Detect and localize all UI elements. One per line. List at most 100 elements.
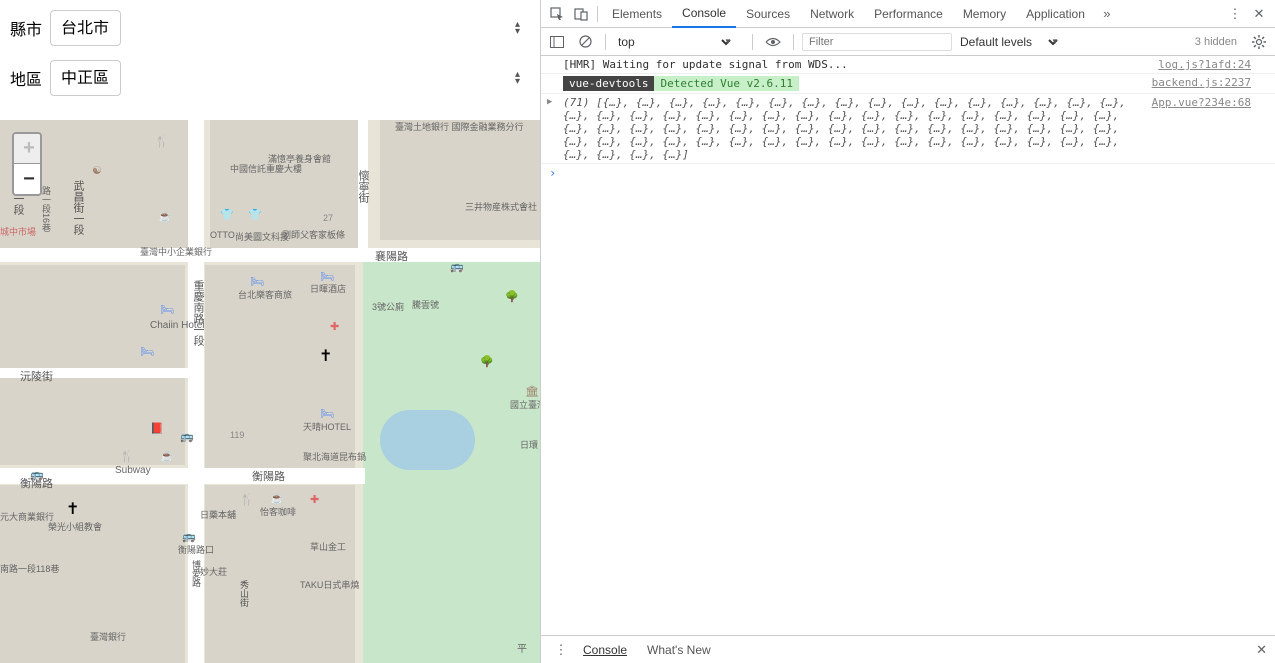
log-array[interactable]: (71) [{…}, {…}, {…}, {…}, {…}, {…}, {…},…: [563, 96, 1152, 161]
log-source-link[interactable]: backend.js:2237: [1152, 76, 1251, 91]
hidden-count: 3 hidden: [1195, 36, 1243, 48]
poi-label: 臺灣銀行: [90, 630, 126, 643]
poi-label: OTTO: [210, 230, 235, 240]
poi-label: 怡客咖啡: [260, 505, 296, 518]
county-label: 縣市: [10, 16, 50, 40]
log-source-link[interactable]: App.vue?234e:68: [1152, 96, 1251, 109]
zoom-in-button[interactable]: +: [14, 134, 42, 164]
district-row: 地區 中正區 ▴▾: [10, 60, 530, 96]
devtools-panel: Elements Console Sources Network Perform…: [540, 0, 1275, 663]
tab-performance[interactable]: Performance: [864, 0, 953, 28]
poi-label: 尚美圖文科技: [235, 230, 289, 243]
poi-label: 衡陽路口: [178, 543, 214, 556]
poi-label: 聚北海道昆布鍋: [303, 450, 366, 463]
poi-label: 27: [323, 213, 333, 223]
poi-label: 路一段16巷: [40, 186, 53, 232]
array-preview: [{…}, {…}, {…}, {…}, {…}, {…}, {…}, {…},…: [563, 96, 1126, 161]
cross-icon: ✝: [66, 499, 78, 511]
poi-label: 119: [230, 430, 244, 440]
poi-label: 元大商業銀行: [0, 510, 54, 523]
poi-label: 臺灣土地銀行 國際金融業務分行: [395, 120, 524, 133]
restaurant-icon: 🍴: [120, 450, 132, 462]
filter-form: 縣市 台北市 ▴▾ 地區 中正區 ▴▾: [0, 0, 540, 120]
expand-icon[interactable]: ▶: [547, 97, 552, 107]
poi-label: 騰雲號: [412, 298, 439, 311]
tree-icon: 🌳: [505, 290, 517, 302]
map-tiles: 襄陽路 沅陵街 衡陽路 衡陽路 武昌街一段 重慶南路一段 武昌街一段 懷寧街 博…: [0, 120, 540, 663]
close-icon[interactable]: ✕: [1256, 642, 1267, 658]
tab-application[interactable]: Application: [1016, 0, 1095, 28]
poi-label: 南路一段118巷: [0, 562, 59, 575]
county-row: 縣市 台北市 ▴▾: [10, 10, 530, 46]
close-icon[interactable]: ✕: [1247, 2, 1271, 26]
poi-label: TAKU日式串燒: [300, 578, 359, 591]
district-select[interactable]: 中正區: [50, 60, 121, 96]
road-label: 秀山街: [238, 580, 251, 607]
library-icon: 📕: [150, 422, 162, 434]
zoom-out-button[interactable]: −: [14, 164, 42, 194]
district-label: 地區: [10, 66, 50, 90]
sidebar-toggle-icon[interactable]: [545, 30, 569, 54]
more-tabs-icon[interactable]: »: [1095, 2, 1119, 26]
eye-icon[interactable]: [761, 30, 785, 54]
tab-memory[interactable]: Memory: [953, 0, 1016, 28]
select-arrows-icon: ▴▾: [515, 71, 520, 85]
poi-label: 城中市場: [0, 225, 36, 238]
drawer-tab-whatsnew[interactable]: What's New: [637, 643, 721, 657]
road-label: 武昌街一段: [70, 180, 86, 235]
log-line: vue-devtools Detected Vue v2.6.11 backen…: [541, 74, 1275, 94]
shop-icon: 👕: [220, 208, 232, 220]
devtools-drawer: ⋮ Console What's New ✕: [541, 635, 1275, 663]
log-line: ▶ (71) [{…}, {…}, {…}, {…}, {…}, {…}, {……: [541, 94, 1275, 164]
hotel-icon: 🛏: [140, 345, 152, 357]
log-source-link[interactable]: log.js?1afd:24: [1158, 58, 1251, 71]
poi-label: 國立臺灣博物館: [510, 398, 540, 411]
map[interactable]: 襄陽路 沅陵街 衡陽路 衡陽路 武昌街一段 重慶南路一段 武昌街一段 懷寧街 博…: [0, 120, 540, 663]
museum-icon: 🏛: [525, 385, 537, 397]
divider: [605, 34, 606, 50]
medical-icon: ✚: [310, 493, 322, 505]
inspect-icon[interactable]: [545, 2, 569, 26]
road-label: 重慶南路一段: [190, 280, 206, 346]
gear-icon[interactable]: [1247, 30, 1271, 54]
levels-select[interactable]: Default levels: [956, 32, 1061, 52]
clear-console-icon[interactable]: [573, 30, 597, 54]
bus-icon: 🚌: [450, 260, 462, 272]
tab-console[interactable]: Console: [672, 0, 736, 28]
filter-input[interactable]: [802, 33, 952, 51]
context-select[interactable]: top: [614, 32, 734, 52]
select-arrows-icon: ▴▾: [515, 21, 520, 35]
hotel-icon: 🛏: [160, 303, 172, 315]
restaurant-icon: 🍴: [240, 493, 252, 505]
device-toggle-icon[interactable]: [569, 2, 593, 26]
console-output: [HMR] Waiting for update signal from WDS…: [541, 56, 1275, 635]
poi-label: 臺灣中小企業銀行: [140, 245, 212, 258]
cafe-icon: ☕: [160, 450, 172, 462]
tab-network[interactable]: Network: [800, 0, 864, 28]
cafe-icon: ☕: [158, 210, 170, 222]
vue-badge: vue-devtools: [563, 76, 654, 91]
tab-sources[interactable]: Sources: [736, 0, 800, 28]
poi-label: 妙大莊: [200, 565, 227, 578]
console-prompt[interactable]: ›: [541, 164, 1275, 182]
log-message: [HMR] Waiting for update signal from WDS…: [563, 58, 848, 71]
hotel-icon: 🛏: [320, 407, 332, 419]
road-label: 沅陵街: [20, 368, 53, 384]
vue-detected-badge: Detected Vue v2.6.11: [654, 76, 798, 91]
app-panel: 縣市 台北市 ▴▾ 地區 中正區 ▴▾: [0, 0, 540, 663]
tree-icon: 🌳: [480, 355, 492, 367]
poi-label: 劉師父客家板條: [282, 228, 345, 241]
county-select[interactable]: 台北市: [50, 10, 121, 46]
kebab-icon[interactable]: ⋮: [1223, 2, 1247, 26]
array-length: (71): [563, 96, 596, 109]
poi-icon: ☯: [92, 164, 104, 176]
medical-icon: ✚: [330, 320, 342, 332]
shop-icon: 👕: [248, 208, 260, 220]
map-water: [380, 410, 475, 470]
drawer-tab-console[interactable]: Console: [573, 643, 637, 657]
kebab-icon[interactable]: ⋮: [549, 638, 573, 662]
poi-label: 3號公廁: [372, 300, 404, 313]
bus-icon: 🚌: [180, 430, 192, 442]
restaurant-icon: 🍴: [155, 135, 167, 147]
tab-elements[interactable]: Elements: [602, 0, 672, 28]
